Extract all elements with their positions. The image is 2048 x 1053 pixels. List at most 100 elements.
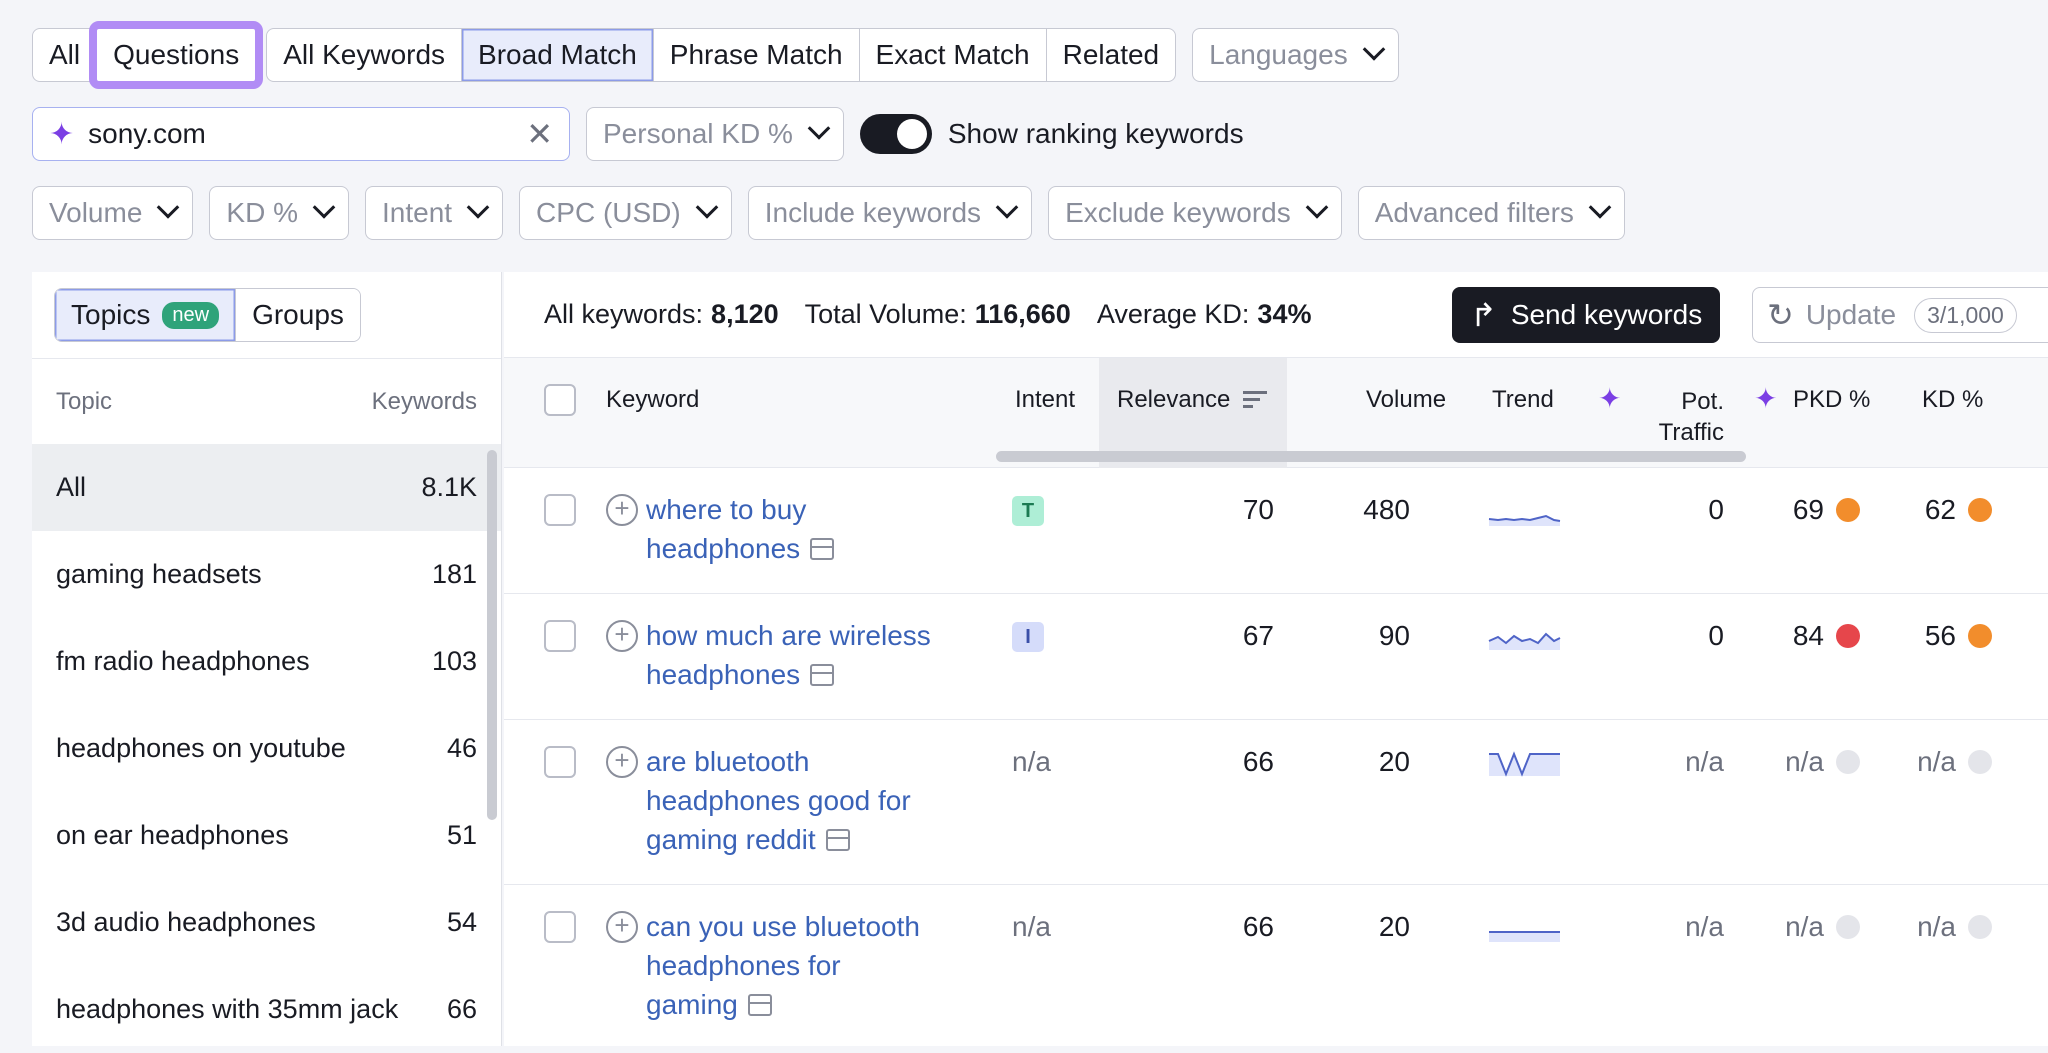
filter-volume[interactable]: Volume [32, 186, 194, 240]
col-kd[interactable]: KD % [1922, 386, 1983, 414]
topic-item[interactable]: gaming headsets 181 [32, 531, 501, 618]
keyword-link[interactable]: are bluetooth headphones good for gaming… [646, 742, 966, 859]
topic-count: 181 [431, 559, 477, 589]
show-ranking-toggle[interactable] [859, 114, 932, 154]
trend-sparkline [1488, 502, 1562, 534]
topic-item[interactable]: headphones on youtube 46 [32, 705, 501, 792]
relevance-value: 66 [1242, 746, 1274, 777]
update-label: Update [1805, 299, 1897, 330]
tab-questions[interactable]: Questions [89, 21, 264, 89]
languages-label: Languages [1209, 39, 1348, 70]
col-pot-traffic[interactable]: Pot. Traffic [1644, 386, 1724, 448]
kd-cell: n/a [1880, 911, 1992, 943]
filter-label: Include keywords [764, 197, 982, 228]
languages-dropdown[interactable]: Languages [1192, 28, 1399, 82]
average-kd-label: Average KD: [1096, 299, 1250, 329]
filter-advanced[interactable]: Advanced filters [1357, 186, 1625, 240]
topic-item[interactable]: fm radio headphones 103 [32, 618, 501, 705]
col-volume[interactable]: Volume [1366, 386, 1446, 414]
col-trend: Trend [1492, 386, 1554, 413]
serp-features-icon[interactable] [810, 538, 835, 560]
topic-item[interactable]: on ear headphones 51 [32, 792, 501, 879]
chevron-down-icon [1362, 38, 1386, 61]
tab-topics[interactable]: Topics new [55, 289, 236, 341]
tab-related[interactable]: Related [1046, 29, 1176, 81]
row-checkbox[interactable] [544, 911, 576, 943]
pot-traffic-value: 0 [1708, 620, 1724, 651]
col-pot-traffic-line1: Pot. [1681, 388, 1724, 415]
update-button[interactable]: ↻ Update 3/1,000 [1752, 287, 2048, 343]
plus-circle-icon[interactable]: + [606, 746, 638, 778]
plus-circle-icon[interactable]: + [606, 620, 638, 652]
sort-icon [1243, 391, 1268, 408]
filter-exclude-keywords[interactable]: Exclude keywords [1048, 186, 1342, 240]
filter-intent[interactable]: Intent [364, 186, 504, 240]
plus-circle-icon[interactable]: + [606, 494, 638, 526]
table-horizontal-scrollbar[interactable] [996, 451, 1746, 462]
chevron-down-icon [1588, 196, 1612, 219]
relevance-value: 70 [1242, 494, 1274, 525]
filters-row: Volume KD % Intent CPC (USD) Include key… [32, 186, 1625, 240]
pkd-value: 84 [1792, 620, 1824, 651]
topic-item[interactable]: 3d audio headphones 54 [32, 879, 501, 966]
personal-kd-dropdown[interactable]: Personal KD % [586, 107, 844, 161]
col-intent[interactable]: Intent [1015, 386, 1075, 414]
plus-circle-icon[interactable]: + [606, 911, 638, 943]
col-pkd[interactable]: PKD % [1793, 386, 1870, 414]
pkd-cell: 69 [1744, 494, 1860, 526]
tab-phrase-match[interactable]: Phrase Match [653, 29, 860, 81]
pkd-value: n/a [1785, 911, 1824, 942]
send-keywords-label: Send keywords [1510, 299, 1703, 330]
volume-value: 480 [1363, 494, 1410, 525]
topic-name: gaming headsets [56, 559, 262, 589]
keyword-link[interactable]: how much are wireless headphones [646, 616, 966, 694]
select-all-checkbox[interactable] [544, 384, 576, 416]
topic-item[interactable]: headphones with 35mm jack 66 [32, 966, 501, 1053]
all-keywords-label: All keywords: [544, 299, 704, 329]
sparkle-icon: ✦ [49, 117, 75, 151]
pot-traffic-value: 0 [1708, 494, 1724, 525]
col-keyword[interactable]: Keyword [606, 386, 699, 414]
volume-value: 90 [1378, 620, 1410, 651]
filter-include-keywords[interactable]: Include keywords [747, 186, 1033, 240]
pkd-cell: n/a [1744, 746, 1860, 778]
send-keywords-button[interactable]: ↱ Send keywords [1452, 287, 1721, 343]
col-relevance[interactable]: Relevance [1117, 386, 1268, 414]
topic-name: fm radio headphones [56, 646, 310, 676]
intent-badge: I [1012, 622, 1044, 652]
topic-count: 103 [431, 646, 477, 676]
kd-dot [1968, 750, 1992, 774]
keyword-link[interactable]: can you use bluetooth headphones for gam… [646, 907, 966, 1024]
tab-all-keywords[interactable]: All Keywords [267, 29, 463, 81]
domain-search-input[interactable]: ✦ sony.com ✕ [32, 107, 570, 161]
pkd-cell: n/a [1744, 911, 1860, 943]
kd-value: n/a [1917, 746, 1956, 777]
tab-all[interactable]: All [33, 29, 98, 81]
trend-sparkline [1488, 750, 1562, 785]
row-checkbox[interactable] [544, 746, 576, 778]
serp-features-icon[interactable] [825, 829, 850, 851]
update-count-badge: 3/1,000 [1914, 297, 2017, 333]
keyword-link[interactable]: where to buy headphones [646, 490, 966, 568]
serp-features-icon[interactable] [747, 994, 772, 1016]
keyword-line: headphones [646, 659, 801, 690]
filter-cpc[interactable]: CPC (USD) [519, 186, 732, 240]
intent-value: n/a [1012, 746, 1051, 777]
col-pot-traffic-line2: Traffic [1658, 419, 1724, 446]
filter-kd[interactable]: KD % [209, 186, 349, 240]
topic-item[interactable]: All 8.1K [32, 444, 501, 531]
tabs-row: All Questions All Keywords Broad Match P… [32, 21, 1399, 89]
serp-features-icon[interactable] [810, 664, 835, 686]
kd-cell: n/a [1880, 746, 1992, 778]
close-icon[interactable]: ✕ [526, 115, 553, 153]
topic-name: All [56, 472, 87, 502]
row-checkbox[interactable] [544, 494, 576, 526]
tab-exact-match[interactable]: Exact Match [859, 29, 1047, 81]
topics-scrollbar[interactable] [487, 450, 497, 820]
intent-badge: T [1012, 496, 1044, 526]
tab-broad-match[interactable]: Broad Match [462, 29, 654, 81]
tab-groups[interactable]: Groups [235, 289, 360, 341]
relevance-value: 66 [1242, 911, 1274, 942]
row-checkbox[interactable] [544, 620, 576, 652]
col-topic: Topic [56, 387, 113, 415]
